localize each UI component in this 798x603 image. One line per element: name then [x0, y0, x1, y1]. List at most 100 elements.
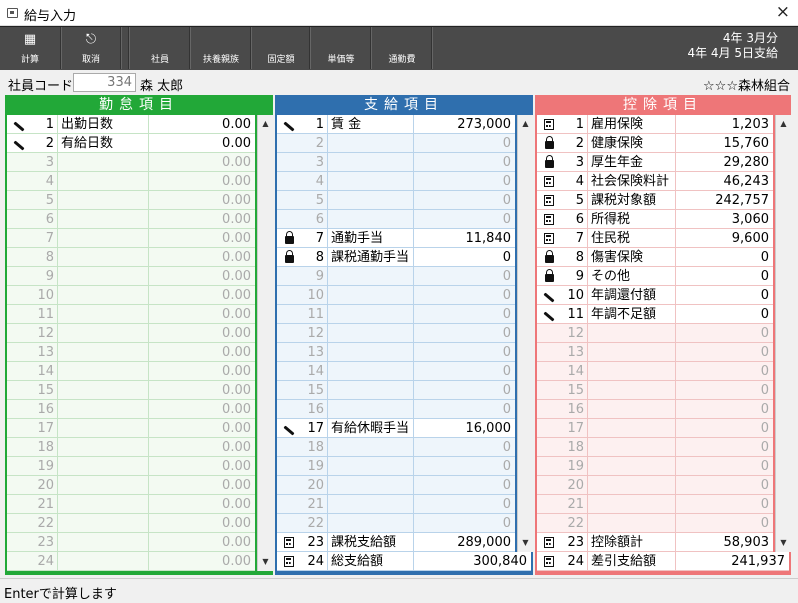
payment-row-7[interactable]: 7 通勤手当 11,840 [277, 229, 515, 248]
payment-scrollbar[interactable]: ▲ ▼ [517, 115, 533, 552]
item-value[interactable]: 0 [413, 495, 515, 514]
item-value[interactable]: 242,757 [675, 191, 773, 210]
item-value[interactable]: 0 [413, 286, 515, 305]
dependents-button[interactable]: 扶養親族 [192, 27, 250, 69]
deduction-row-20[interactable]: 20 0 [537, 476, 773, 495]
payment-row-23[interactable]: 23 課税支給額 289,000 [277, 533, 515, 552]
item-value[interactable]: 0.00 [148, 438, 255, 457]
deduction-row-8[interactable]: 8 傷害保険 0 [537, 248, 773, 267]
item-value[interactable]: 0 [413, 134, 515, 153]
item-value[interactable]: 0 [413, 267, 515, 286]
payment-row-1[interactable]: 1賃 金 273,000 [277, 115, 515, 134]
item-value[interactable]: 0 [413, 305, 515, 324]
cancel-button[interactable]: ⎋ 取消 [63, 27, 119, 69]
item-value[interactable]: 0.00 [148, 229, 255, 248]
payment-row-15[interactable]: 15 0 [277, 381, 515, 400]
attendance-row-1[interactable]: 1 出勤日数 0.00 [7, 115, 255, 134]
item-value[interactable]: 58,903 [675, 533, 773, 552]
item-value[interactable]: 16,000 [413, 419, 515, 438]
deduction-row-24[interactable]: 24 差引支給額 241,937 [537, 552, 789, 571]
payment-row-24[interactable]: 24 総支給額 300,840 [277, 552, 531, 571]
payment-row-14[interactable]: 14 0 [277, 362, 515, 381]
item-value[interactable]: 9,600 [675, 229, 773, 248]
item-value[interactable]: 1,203 [675, 115, 773, 134]
item-value[interactable]: 0.00 [148, 153, 255, 172]
payment-row-20[interactable]: 20 0 [277, 476, 515, 495]
deduction-row-19[interactable]: 19 0 [537, 457, 773, 476]
item-value[interactable]: 0.00 [148, 495, 255, 514]
item-value[interactable]: 0 [675, 381, 773, 400]
item-value[interactable]: 0.00 [148, 267, 255, 286]
deduction-row-21[interactable]: 21 0 [537, 495, 773, 514]
attendance-row-11[interactable]: 11 0.00 [7, 305, 255, 324]
item-value[interactable]: 241,937 [675, 552, 789, 571]
deduction-row-1[interactable]: 1 雇用保険 1,203 [537, 115, 773, 134]
item-value[interactable]: 0.00 [148, 172, 255, 191]
item-value[interactable]: 0.00 [148, 362, 255, 381]
item-value[interactable]: 0 [413, 514, 515, 533]
item-value[interactable]: 0.00 [148, 457, 255, 476]
attendance-scrollbar[interactable]: ▲ ▼ [257, 115, 273, 571]
deduction-row-13[interactable]: 13 0 [537, 343, 773, 362]
item-value[interactable]: 0.00 [148, 400, 255, 419]
payment-row-8[interactable]: 8 課税通勤手当 0 [277, 248, 515, 267]
payment-row-9[interactable]: 90 [277, 267, 515, 286]
deduction-row-22[interactable]: 22 0 [537, 514, 773, 533]
scroll-down-icon[interactable]: ▼ [776, 535, 791, 551]
item-value[interactable]: 0.00 [148, 305, 255, 324]
item-value[interactable]: 0 [413, 210, 515, 229]
attendance-row-16[interactable]: 16 0.00 [7, 400, 255, 419]
item-value[interactable]: 46,243 [675, 172, 773, 191]
payment-row-12[interactable]: 12 0 [277, 324, 515, 343]
item-value[interactable]: 0.00 [148, 115, 255, 134]
item-value[interactable]: 0.00 [148, 381, 255, 400]
item-value[interactable]: 0.00 [148, 476, 255, 495]
item-value[interactable]: 0.00 [148, 248, 255, 267]
attendance-row-17[interactable]: 17 0.00 [7, 419, 255, 438]
deduction-row-3[interactable]: 3 厚生年金 29,280 [537, 153, 773, 172]
payment-row-6[interactable]: 60 [277, 210, 515, 229]
attendance-row-12[interactable]: 12 0.00 [7, 324, 255, 343]
attendance-row-24[interactable]: 24 0.00 [7, 552, 255, 571]
commute-button[interactable]: 通勤費 [373, 27, 431, 69]
attendance-row-15[interactable]: 15 0.00 [7, 381, 255, 400]
item-value[interactable]: 0 [675, 286, 773, 305]
item-value[interactable]: 289,000 [413, 533, 515, 552]
item-value[interactable]: 11,840 [413, 229, 515, 248]
attendance-row-7[interactable]: 7 0.00 [7, 229, 255, 248]
item-value[interactable]: 0 [675, 343, 773, 362]
deduction-row-23[interactable]: 23 控除額計 58,903 [537, 533, 773, 552]
attendance-row-14[interactable]: 14 0.00 [7, 362, 255, 381]
item-value[interactable]: 0 [413, 457, 515, 476]
deduction-row-5[interactable]: 5 課税対象額 242,757 [537, 191, 773, 210]
attendance-row-22[interactable]: 22 0.00 [7, 514, 255, 533]
payment-row-3[interactable]: 30 [277, 153, 515, 172]
item-value[interactable]: 0 [675, 495, 773, 514]
close-button[interactable]: × [776, 2, 790, 22]
item-value[interactable]: 0.00 [148, 419, 255, 438]
scroll-up-icon[interactable]: ▲ [776, 116, 791, 132]
attendance-row-20[interactable]: 20 0.00 [7, 476, 255, 495]
item-value[interactable]: 0.00 [148, 324, 255, 343]
item-value[interactable]: 0 [413, 248, 515, 267]
payment-row-22[interactable]: 22 0 [277, 514, 515, 533]
scroll-down-icon[interactable]: ▼ [518, 535, 533, 551]
deduction-row-15[interactable]: 15 0 [537, 381, 773, 400]
deduction-row-18[interactable]: 18 0 [537, 438, 773, 457]
item-value[interactable]: 0.00 [148, 191, 255, 210]
fixed-amount-button[interactable]: 固定額 [253, 27, 309, 69]
deduction-row-7[interactable]: 7 住民税 9,600 [537, 229, 773, 248]
item-value[interactable]: 29,280 [675, 153, 773, 172]
item-value[interactable]: 0.00 [148, 286, 255, 305]
payment-row-17[interactable]: 17 有給休暇手当 16,000 [277, 419, 515, 438]
item-value[interactable]: 0.00 [148, 134, 255, 153]
item-value[interactable]: 0 [675, 514, 773, 533]
scroll-down-icon[interactable]: ▼ [258, 554, 273, 570]
item-value[interactable]: 0 [413, 191, 515, 210]
scroll-up-icon[interactable]: ▲ [258, 116, 273, 132]
item-value[interactable]: 0 [413, 476, 515, 495]
item-value[interactable]: 15,760 [675, 134, 773, 153]
item-value[interactable]: 0 [413, 400, 515, 419]
item-value[interactable]: 0 [675, 362, 773, 381]
deduction-row-6[interactable]: 6 所得税 3,060 [537, 210, 773, 229]
